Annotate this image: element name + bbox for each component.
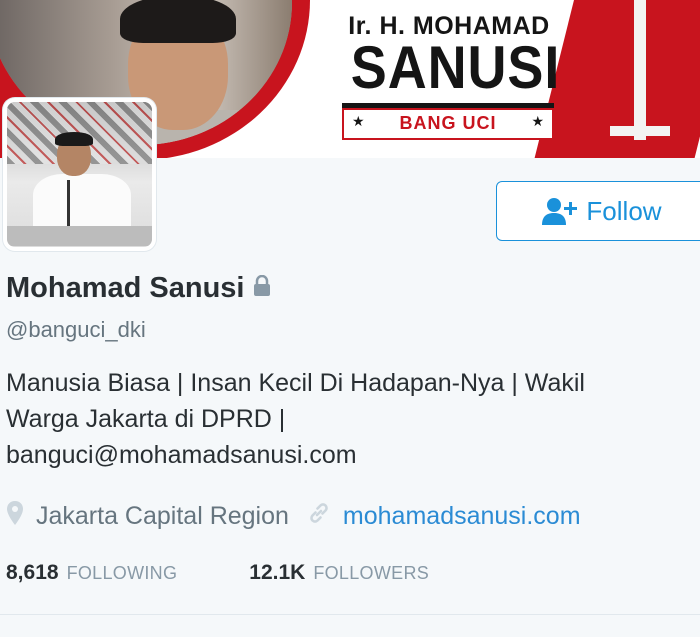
followers-stat[interactable]: 12.1K FOLLOWERS: [249, 561, 429, 585]
bio-line: Warga Jakarta di DPRD |: [6, 405, 286, 433]
followers-count: 12.1K: [249, 561, 306, 584]
profile-meta-row: Jakarta Capital Region mohamadsanusi.com: [6, 500, 581, 533]
link-icon: [307, 501, 331, 532]
profile-handle: @banguci_dki: [6, 317, 146, 342]
banner-title-main: SANUSI: [350, 34, 561, 101]
profile-location: Jakarta Capital Region: [36, 502, 289, 530]
profile-name-row: Mohamad Sanusi: [6, 272, 271, 305]
follow-button-label: Follow: [586, 195, 662, 226]
bio-line: banguci@mohamadsanusi.com: [6, 441, 357, 469]
add-user-icon: [540, 196, 580, 226]
monument-base-graphic: [610, 126, 670, 136]
bio-line: Manusia Biasa | Insan Kecil Di Hadapan-N…: [6, 369, 585, 397]
banner-nickname: BANG UCI: [399, 113, 497, 133]
following-label: FOLLOWING: [66, 563, 178, 583]
follow-button[interactable]: Follow: [496, 181, 700, 241]
profile-website-link[interactable]: mohamadsanusi.com: [343, 502, 581, 531]
monument-graphic: [634, 0, 646, 140]
lock-icon: [253, 274, 271, 302]
star-icon: ★: [531, 113, 544, 129]
location-pin-icon: [6, 500, 24, 533]
banner-nickname-bar: ★ BANG UCI ★: [342, 108, 554, 140]
following-count: 8,618: [6, 561, 59, 584]
profile-stats: 8,618 FOLLOWING 12.1K FOLLOWERS: [6, 561, 429, 585]
followers-label: FOLLOWERS: [313, 563, 430, 583]
profile-name: Mohamad Sanusi: [6, 272, 245, 304]
following-stat[interactable]: 8,618 FOLLOWING: [6, 561, 177, 585]
divider: [0, 614, 700, 615]
profile-avatar[interactable]: [3, 98, 156, 251]
profile-bio: Manusia Biasa | Insan Kecil Di Hadapan-N…: [6, 365, 686, 473]
